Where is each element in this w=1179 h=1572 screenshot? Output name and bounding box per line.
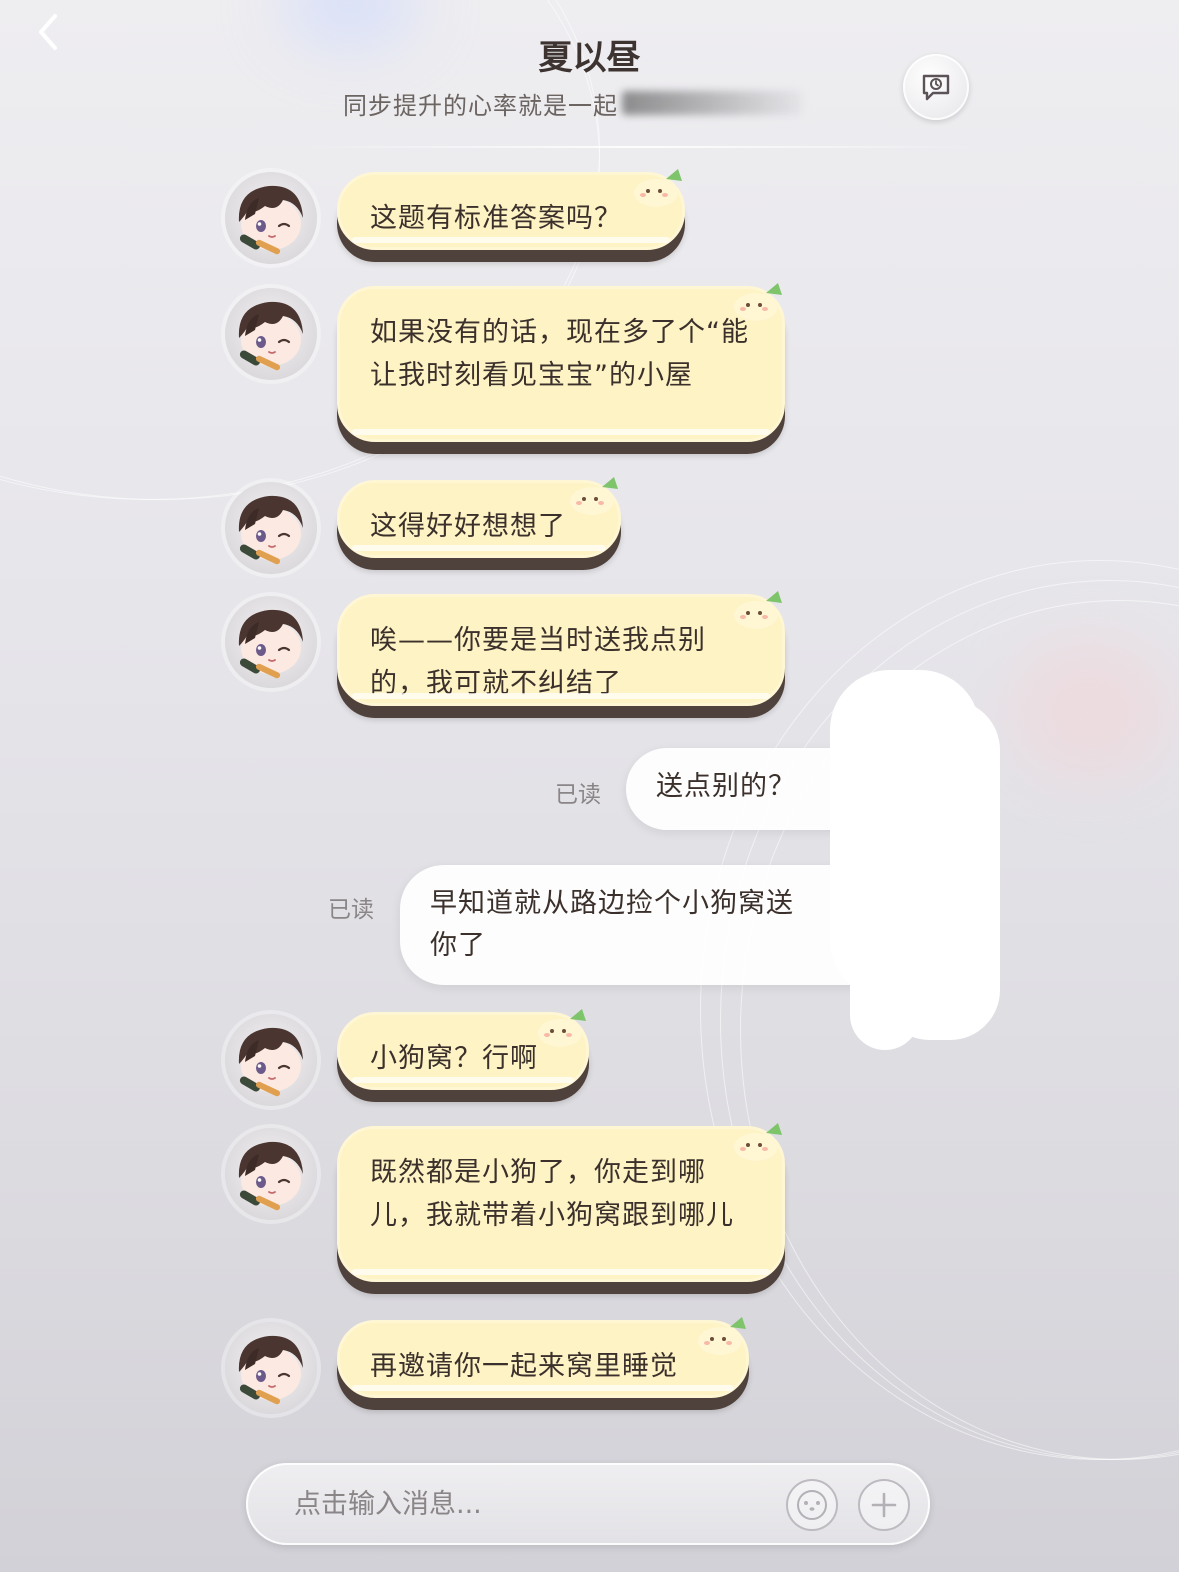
sprout-mascot-icon [632,163,688,209]
incoming-message-bubble: 既然都是小狗了，你走到哪儿，我就带着小狗窝跟到哪儿 [337,1126,785,1282]
incoming-message-bubble: 再邀请你一起来窝里睡觉 [337,1320,749,1398]
read-receipt: 已读 [555,782,601,808]
incoming-message-bubble: 小狗窝？行啊 [337,1012,589,1090]
message-text: 早知道就从路边捡个小狗窝送你了 [430,888,794,961]
sprout-mascot-icon [732,585,788,631]
subtitle-container: 同步提升的心率就是一起 [343,86,802,120]
emoji-button[interactable] [786,1479,838,1531]
header-divider [300,146,979,148]
contact-avatar[interactable] [225,288,317,380]
incoming-message-bubble: 这得好好想想了 [337,480,621,558]
message-text: 小狗窝？行啊 [370,1043,538,1074]
emoji-face-icon [797,1490,827,1520]
add-button[interactable] [858,1479,910,1531]
sprout-mascot-icon [568,471,624,517]
message-text: 既然都是小狗了，你走到哪儿，我就带着小狗窝跟到哪儿 [370,1157,734,1231]
contact-avatar[interactable] [225,596,317,688]
chat-history-icon [922,74,950,101]
message-text: 如果没有的话，现在多了个“能让我时刻看见宝宝”的小屋 [370,317,749,391]
contact-avatar[interactable] [225,1322,317,1414]
incoming-message-bubble: 如果没有的话，现在多了个“能让我时刻看见宝宝”的小屋 [337,286,785,442]
message-text: 再邀请你一起来窝里睡觉 [370,1351,678,1382]
message-text: 这得好好想想了 [370,511,566,542]
incoming-message-bubble: 这题有标准答案吗？ [337,172,685,250]
read-receipt: 已读 [328,897,374,923]
sprout-mascot-icon [732,1117,788,1163]
contact-avatar[interactable] [225,1128,317,1220]
message-input[interactable] [294,1483,754,1525]
sprout-mascot-icon [536,1003,592,1049]
redaction-mark [850,880,920,1050]
contact-avatar[interactable] [225,1014,317,1106]
sprout-mascot-icon [696,1311,752,1357]
chat-history-button[interactable] [903,54,969,120]
page-title: 夏以昼 [538,38,641,78]
incoming-message-bubble: 唉——你要是当时送我点别的，我可就不纠结了 [337,594,785,706]
message-text: 这题有标准答案吗？ [370,203,622,234]
blurred-overlay [622,91,802,115]
contact-avatar[interactable] [225,482,317,574]
message-input-bar [246,1463,930,1545]
outgoing-message-bubble: 早知道就从路边捡个小狗窝送你了 [400,865,900,985]
sprout-mascot-icon [732,277,788,323]
message-text: 唉——你要是当时送我点别的，我可就不纠结了 [370,625,706,699]
message-text: 送点别的？ [656,771,796,802]
contact-avatar[interactable] [225,172,317,264]
plus-icon [871,1492,897,1518]
contact-signature: 同步提升的心率就是一起 [343,91,618,120]
